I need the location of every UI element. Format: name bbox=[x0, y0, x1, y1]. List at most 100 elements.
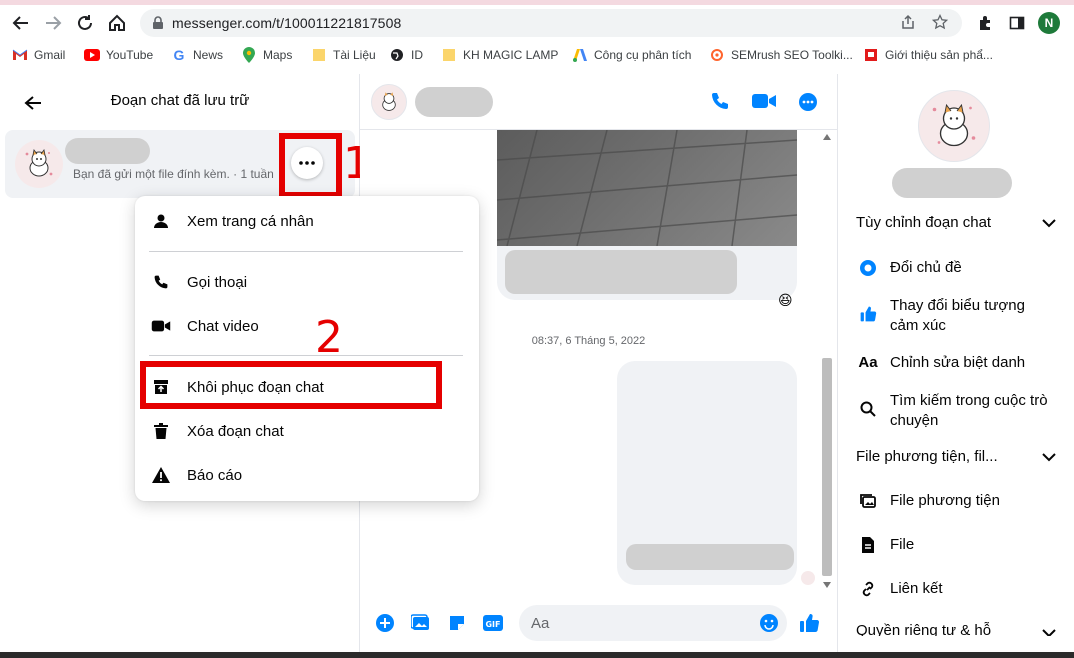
bookmark-kh-magic-lamp[interactable]: KH MAGIC LAMP bbox=[441, 44, 558, 66]
files-item[interactable]: File bbox=[858, 535, 914, 555]
video-call-icon[interactable] bbox=[751, 92, 777, 115]
bookmark-semrush[interactable]: SEMrush SEO Toolki... bbox=[709, 44, 853, 66]
bookmark-label: SEMrush SEO Toolki... bbox=[731, 48, 853, 62]
bookmark-label: Gmail bbox=[34, 48, 66, 62]
chevron-down-icon bbox=[1042, 218, 1056, 227]
globe-icon bbox=[389, 48, 405, 62]
contact-name-blurred bbox=[65, 138, 150, 164]
annotation-2: 2 bbox=[315, 312, 343, 363]
menu-divider bbox=[149, 355, 463, 356]
caption-blurred bbox=[505, 250, 737, 294]
menu-video-chat[interactable]: Chat video bbox=[149, 308, 259, 344]
highlight-box-1 bbox=[279, 133, 342, 198]
section-title: Tùy chỉnh đoạn chat bbox=[856, 214, 992, 231]
profile-large-avatar[interactable] bbox=[918, 90, 990, 162]
search-icon bbox=[858, 399, 878, 419]
share-icon[interactable] bbox=[900, 14, 916, 35]
bookmark-cong-cu[interactable]: Công cụ phân tích bbox=[572, 44, 691, 66]
extensions-icon[interactable] bbox=[974, 12, 996, 34]
address-bar[interactable]: messenger.com/t/100011221817508 bbox=[140, 9, 962, 37]
search-conversation-item[interactable]: Tìm kiếm trong cuộc trò chuyện bbox=[858, 391, 1063, 431]
menu-voice-call[interactable]: Gọi thoại bbox=[149, 264, 247, 300]
message-input-placeholder: Aa bbox=[531, 614, 550, 632]
sidepanel-icon[interactable] bbox=[1006, 12, 1028, 34]
bookmark-gmail[interactable]: Gmail bbox=[12, 44, 65, 66]
gif-icon[interactable]: GIF bbox=[482, 612, 504, 634]
bookmark-gioi-thieu[interactable]: Giới thiệu sản phẩ... bbox=[863, 44, 993, 66]
chat-scrollbar[interactable] bbox=[820, 130, 834, 592]
item-label: Thay đổi biểu tượng cảm xúc bbox=[890, 297, 1025, 334]
chat-contact-avatar[interactable] bbox=[371, 84, 407, 120]
item-label: Chỉnh sửa biệt danh bbox=[890, 354, 1026, 371]
photo-message[interactable] bbox=[497, 130, 797, 300]
profile-name-blurred bbox=[892, 168, 1012, 198]
menu-label: Báo cáo bbox=[187, 466, 243, 484]
star-icon[interactable] bbox=[931, 13, 949, 35]
url-text[interactable]: messenger.com/t/100011221817508 bbox=[172, 15, 401, 31]
change-theme-item[interactable]: Đổi chủ đề bbox=[858, 258, 962, 278]
video-icon bbox=[149, 314, 173, 338]
contact-avatar[interactable] bbox=[15, 140, 63, 188]
scroll-thumb[interactable] bbox=[822, 358, 832, 576]
red-flag-icon bbox=[863, 48, 879, 62]
bookmark-label: Maps bbox=[263, 48, 293, 62]
bookmark-label: Tài Liệu bbox=[333, 48, 376, 62]
change-emoji-item[interactable]: Thay đổi biểu tượng cảm xúc bbox=[858, 296, 1058, 336]
chat-contact-name-blurred bbox=[415, 87, 493, 117]
bookmark-label: KH MAGIC LAMP bbox=[463, 48, 559, 62]
link-icon bbox=[858, 579, 878, 599]
bookmark-label: Giới thiệu sản phẩ... bbox=[885, 48, 993, 62]
reload-icon[interactable] bbox=[74, 12, 96, 34]
section-customize[interactable]: Tùy chỉnh đoạn chat bbox=[856, 214, 1056, 231]
bookmark-label: News bbox=[193, 48, 224, 62]
bookmark-label: ID bbox=[411, 48, 423, 62]
scroll-up-icon[interactable] bbox=[823, 134, 831, 140]
like-icon[interactable] bbox=[798, 612, 820, 634]
section-files[interactable]: File phương tiện, fil... bbox=[856, 448, 1056, 465]
menu-view-profile[interactable]: Xem trang cá nhân bbox=[149, 203, 314, 239]
youtube-icon bbox=[84, 48, 100, 62]
links-item[interactable]: Liên kết bbox=[858, 579, 943, 599]
bookmark-news[interactable]: G News bbox=[171, 44, 223, 66]
conversation-info-panel: Tùy chỉnh đoạn chat Đổi chủ đề Thay đổi … bbox=[837, 74, 1074, 652]
attachment-message[interactable] bbox=[617, 361, 797, 585]
media-files-item[interactable]: File phương tiện bbox=[858, 491, 1000, 511]
phone-icon[interactable] bbox=[710, 91, 730, 116]
menu-label: Chat video bbox=[187, 317, 259, 335]
warning-icon bbox=[149, 463, 173, 487]
reaction-emoji[interactable]: 😆 bbox=[778, 292, 793, 309]
profile-avatar[interactable]: N bbox=[1038, 12, 1060, 34]
menu-label: Xóa đoạn chat bbox=[187, 422, 284, 440]
bookmark-maps[interactable]: Maps bbox=[241, 44, 292, 66]
home-icon[interactable] bbox=[106, 12, 128, 34]
photo-image[interactable] bbox=[497, 130, 797, 247]
image-icon[interactable] bbox=[410, 612, 432, 634]
conversation-info-icon[interactable] bbox=[798, 92, 818, 117]
attachment-blurred bbox=[626, 544, 794, 570]
message-input[interactable]: Aa bbox=[519, 605, 787, 641]
bookmark-label: Công cụ phân tích bbox=[594, 48, 692, 62]
chevron-down-icon bbox=[1042, 452, 1056, 461]
menu-report[interactable]: Báo cáo bbox=[149, 457, 242, 493]
emoji-icon[interactable] bbox=[759, 613, 779, 638]
highlight-box-2 bbox=[140, 361, 442, 409]
edit-nickname-item[interactable]: Aa Chỉnh sửa biệt danh bbox=[858, 353, 1025, 373]
bookmark-id[interactable]: ID bbox=[389, 44, 423, 66]
bookmark-youtube[interactable]: YouTube bbox=[84, 44, 153, 66]
chevron-down-icon bbox=[1042, 629, 1056, 636]
lock-icon[interactable] bbox=[150, 15, 166, 31]
forward-arrow-icon[interactable] bbox=[42, 12, 64, 34]
item-label: Đổi chủ đề bbox=[890, 259, 962, 276]
section-privacy[interactable]: Quyền riêng tư & hỗ bbox=[856, 622, 1056, 636]
menu-delete-chat[interactable]: Xóa đoạn chat bbox=[149, 413, 284, 449]
bookmark-label: YouTube bbox=[106, 48, 154, 62]
chat-header bbox=[360, 74, 837, 130]
item-label: File bbox=[890, 536, 915, 553]
semrush-icon bbox=[709, 48, 725, 62]
add-icon[interactable] bbox=[374, 612, 396, 634]
bookmark-tai-lieu[interactable]: Tài Liệu bbox=[311, 44, 376, 66]
back-arrow-icon[interactable] bbox=[10, 12, 32, 34]
panel-title: Đoạn chat đã lưu trữ bbox=[110, 92, 250, 109]
sticker-icon[interactable] bbox=[446, 612, 468, 634]
scroll-down-icon[interactable] bbox=[823, 582, 831, 588]
